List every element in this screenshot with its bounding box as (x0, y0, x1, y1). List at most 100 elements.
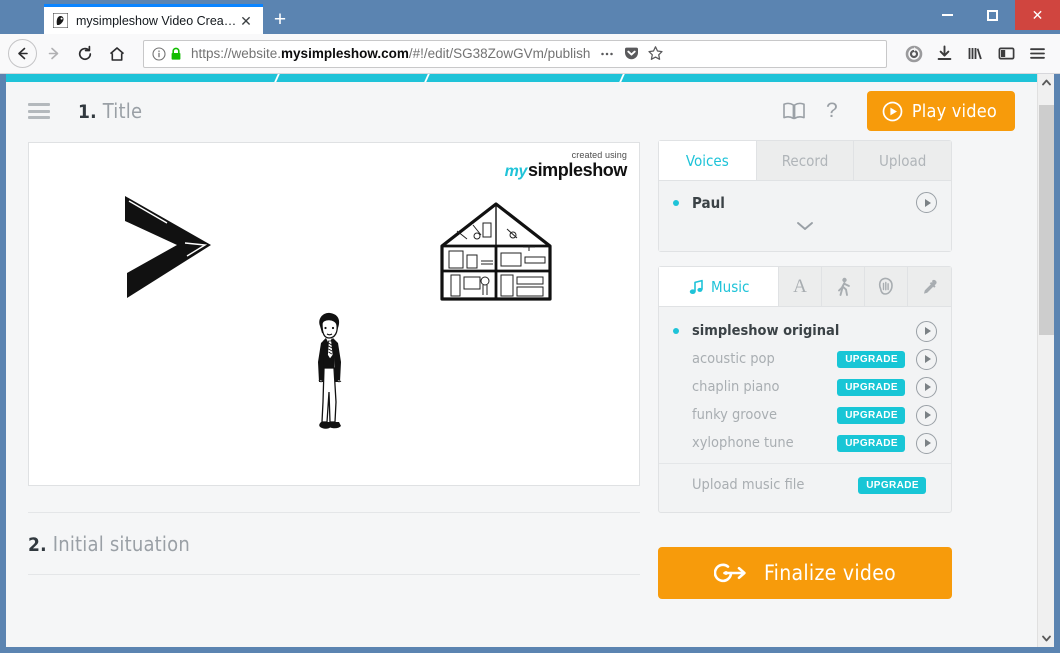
upgrade-badge[interactable]: UPGRADE (837, 350, 905, 368)
scrollbar-thumb[interactable] (1038, 105, 1054, 335)
sidebar-column: Voices Record Upload Paul Music A simple… (658, 140, 952, 647)
play-video-button[interactable]: Play video (866, 91, 1015, 131)
voice-preview-play-icon[interactable] (916, 192, 937, 213)
back-button[interactable] (8, 39, 37, 68)
upgrade-badge[interactable]: UPGRADE (837, 406, 905, 424)
back-arrow-icon (18, 47, 28, 60)
music-note-icon (689, 279, 704, 295)
window-maximize-button[interactable] (970, 0, 1015, 30)
music-preview-play-icon[interactable] (916, 376, 937, 398)
sidebar-icon[interactable] (992, 39, 1021, 68)
voice-item-selected[interactable]: Paul (659, 181, 951, 213)
music-preview-play-icon[interactable] (916, 348, 937, 370)
hamburger-menu-icon[interactable] (1023, 39, 1052, 68)
music-track-name: simpleshow original (692, 323, 840, 339)
tab-close-icon[interactable]: ✕ (237, 12, 255, 30)
section-title: 2. Initial situation (28, 532, 190, 556)
scroll-down-arrow[interactable] (1038, 630, 1055, 647)
address-bar[interactable]: https://website.mysimpleshow.com/#!/edit… (143, 39, 887, 68)
finalize-video-button[interactable]: Finalize video (658, 547, 952, 599)
bookmark-star-icon[interactable] (644, 43, 666, 65)
finalize-video-label: Finalize video (764, 561, 896, 585)
arrow-out-circle-icon (714, 560, 750, 586)
tab-font[interactable]: A (779, 267, 822, 306)
help-icon[interactable]: ? (815, 94, 849, 128)
music-track-list: simpleshow original acoustic pop UPGRADE (659, 307, 951, 512)
forward-button[interactable] (37, 38, 69, 70)
library-icon[interactable] (961, 39, 990, 68)
scrollbar-track[interactable] (1038, 91, 1055, 630)
step-progress-bar (6, 74, 1037, 82)
bullet-placeholder (673, 384, 679, 390)
music-preview-play-icon[interactable] (916, 432, 937, 454)
step-number: 1. (78, 101, 97, 123)
music-track-row[interactable]: xylophone tune UPGRADE (659, 429, 951, 457)
slide-preview[interactable]: created using mysimpleshow (28, 142, 640, 486)
music-preview-play-icon[interactable] (916, 404, 937, 426)
upload-music-row[interactable]: Upload music file UPGRADE (659, 464, 951, 506)
watermark-created-using: created using (571, 150, 627, 160)
address-bar-url: https://website.mysimpleshow.com/#!/edit… (191, 46, 591, 61)
reload-button[interactable] (69, 38, 101, 70)
music-track-row[interactable]: simpleshow original (659, 317, 951, 345)
page-scrollbar[interactable] (1037, 74, 1054, 647)
businessman-illustration (304, 310, 354, 435)
tab-upload[interactable]: Upload (854, 141, 952, 180)
upgrade-badge[interactable]: UPGRADE (837, 378, 905, 396)
close-icon: ✕ (1031, 7, 1044, 23)
home-button[interactable] (101, 38, 133, 70)
voices-tabs: Voices Record Upload (659, 141, 952, 181)
tab-record[interactable]: Record (756, 141, 855, 180)
music-preview-play-icon[interactable] (916, 320, 937, 342)
forward-arrow-icon (48, 47, 58, 60)
pocket-icon[interactable] (620, 43, 642, 65)
bullet-placeholder (673, 412, 679, 418)
voices-body: Paul (659, 181, 951, 251)
voice-name: Paul (692, 193, 725, 212)
browser-tab-title: mysimpleshow Video Creator (76, 13, 237, 28)
music-track-name: acoustic pop (692, 351, 775, 367)
new-tab-button[interactable]: + (263, 4, 297, 34)
selected-bullet-icon (673, 328, 679, 334)
eyedropper-icon (921, 278, 939, 296)
music-track-row[interactable]: funky groove UPGRADE (659, 401, 951, 429)
info-circle-icon[interactable] (150, 45, 168, 63)
tab-color[interactable] (908, 267, 951, 306)
music-track-row[interactable]: chaplin piano UPGRADE (659, 373, 951, 401)
voices-expand-button[interactable] (659, 219, 951, 233)
tab-voices[interactable]: Voices (659, 141, 757, 180)
slides-column: created using mysimpleshow 2. Initial si… (28, 140, 640, 647)
browser-titlebar: mysimpleshow Video Creator ✕ + ✕ (0, 0, 1060, 34)
upload-music-label: Upload music file (692, 477, 805, 493)
page-viewport: 1. Title ? Play video created using mysi… (0, 74, 1060, 653)
mysimpleshow-app: 1. Title ? Play video created using mysi… (6, 74, 1037, 647)
page-title: 1. Title (78, 99, 142, 123)
section-initial-situation[interactable]: 2. Initial situation (28, 513, 640, 575)
book-icon[interactable] (777, 94, 811, 128)
upgrade-badge[interactable]: UPGRADE (837, 434, 905, 452)
font-A-icon: A (793, 275, 807, 297)
window-minimize-button[interactable] (925, 0, 970, 30)
tab-music-label: Music (711, 277, 750, 296)
reload-icon (78, 45, 92, 60)
tab-character[interactable] (865, 267, 908, 306)
music-track-row[interactable]: acoustic pop UPGRADE (659, 345, 951, 373)
upgrade-badge[interactable]: UPGRADE (858, 476, 926, 494)
app-menu-button[interactable] (28, 103, 50, 119)
scroll-up-arrow[interactable] (1038, 74, 1055, 91)
window-close-button[interactable]: ✕ (1015, 0, 1060, 30)
browser-tab[interactable]: mysimpleshow Video Creator ✕ (44, 4, 263, 34)
bullet-placeholder (673, 440, 679, 446)
walking-person-icon (835, 277, 852, 297)
app-content: created using mysimpleshow 2. Initial si… (6, 140, 1037, 647)
selected-bullet-icon (673, 199, 679, 206)
house-cross-section-illustration (437, 201, 555, 303)
tab-animation[interactable] (822, 267, 865, 306)
step-title: Title (102, 99, 143, 123)
downloads-icon[interactable] (930, 39, 959, 68)
page-actions-ellipsis-icon[interactable] (596, 43, 618, 65)
sync-circle-icon[interactable] (899, 39, 928, 68)
style-tabs: Music A (659, 267, 951, 307)
app-header: 1. Title ? Play video (6, 82, 1037, 140)
tab-music[interactable]: Music (659, 267, 779, 306)
